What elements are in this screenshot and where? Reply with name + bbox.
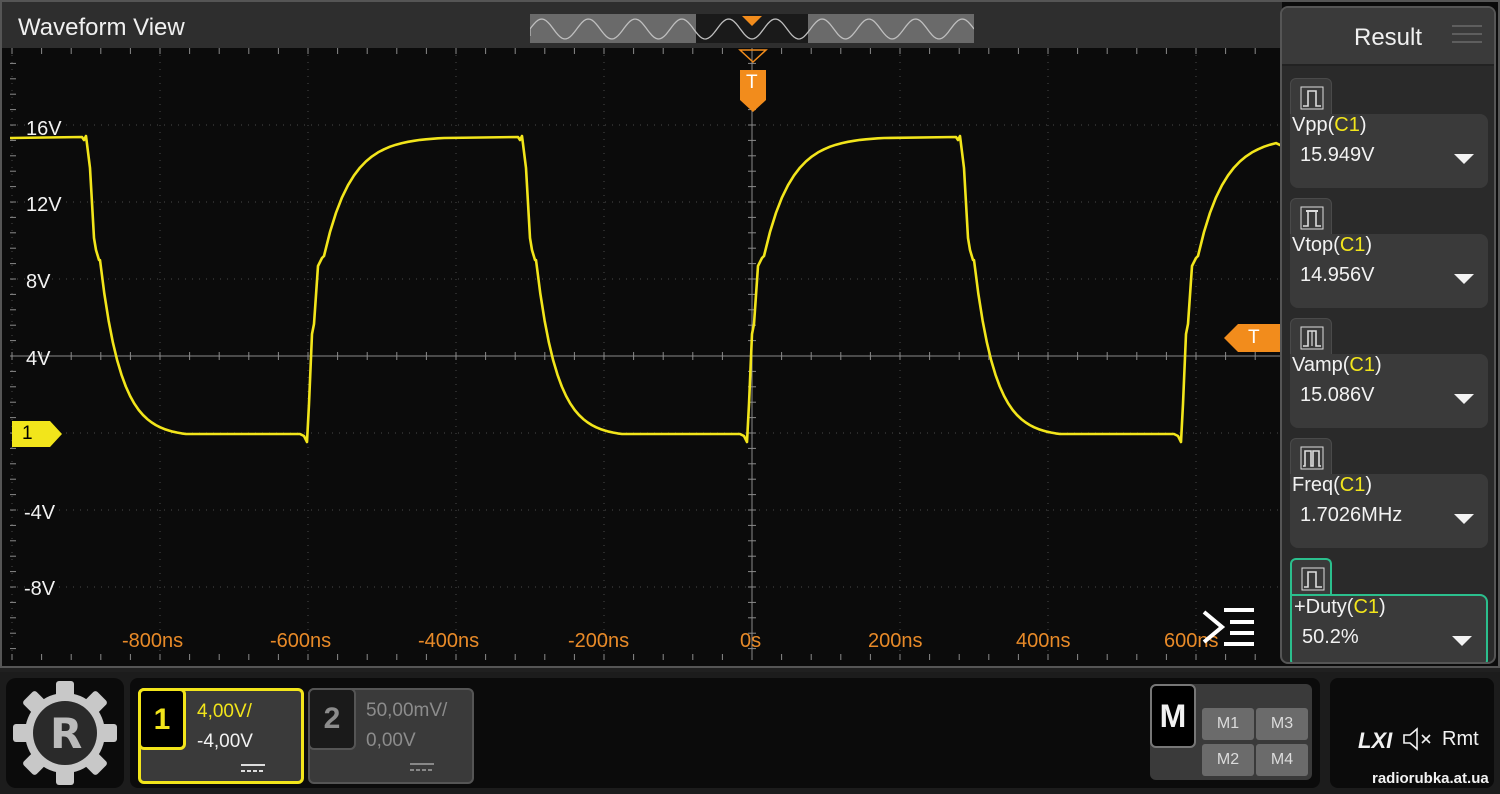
- vpp-icon: [1290, 78, 1332, 116]
- freq-icon: [1290, 438, 1332, 476]
- measurement-value: 14.956V: [1300, 264, 1375, 286]
- measurement-vpp[interactable]: Vpp(C1) 15.949V: [1290, 78, 1488, 196]
- channel-1-marker-label: 1: [22, 423, 33, 444]
- chevron-down-icon[interactable]: [1454, 154, 1474, 164]
- time-label: -200ns: [568, 630, 630, 652]
- gear-logo-icon: R: [13, 681, 117, 785]
- y-label-16v: 16V: [26, 118, 62, 140]
- vtop-icon: [1290, 198, 1332, 236]
- math-panel[interactable]: M M1 M3 M2 M4: [1150, 684, 1312, 780]
- channel-2-scale: 50,00mV/: [366, 700, 448, 721]
- y-label-4v: 4V: [26, 348, 51, 370]
- waveform-header: Waveform View: [2, 2, 1282, 48]
- time-label: -600ns: [270, 630, 332, 652]
- lxi-status: LXI: [1358, 728, 1393, 753]
- result-title: Result: [1354, 24, 1423, 51]
- chevron-down-icon[interactable]: [1454, 514, 1474, 524]
- result-header: Result: [1282, 8, 1494, 66]
- channel-2-offset: 0,00V: [366, 730, 416, 751]
- svg-text:R: R: [50, 709, 82, 758]
- measurement-menu-icon[interactable]: [1200, 604, 1258, 650]
- time-label: -400ns: [418, 630, 480, 652]
- y-label-12v: 12V: [26, 194, 62, 216]
- trigger-position-label: T: [746, 72, 758, 93]
- waveform-view[interactable]: Waveform View 16V 12V 8V 4V -4V -8V -800…: [0, 0, 1500, 668]
- overview-trace: [530, 14, 974, 43]
- bottom-bar: R 1 4,00V/ -4,00V 2 50,00mV/ 0,00V M M1 …: [0, 672, 1500, 794]
- channel-2-tile[interactable]: 2 50,00mV/ 0,00V: [308, 688, 474, 784]
- y-label-8v: 8V: [26, 271, 51, 293]
- result-panel: Result Vpp(C1) 15.949V Vtop(C1) 14.956V: [1280, 6, 1496, 664]
- watermark: radiorubka.at.ua: [1372, 770, 1489, 787]
- time-label: 200ns: [868, 630, 923, 652]
- math-m4-button[interactable]: M4: [1256, 744, 1308, 776]
- channel-2-number: 2: [308, 688, 356, 750]
- channel-area: 1 4,00V/ -4,00V 2 50,00mV/ 0,00V M M1 M3…: [130, 678, 1320, 788]
- remote-status: Rmt: [1442, 728, 1479, 750]
- math-label: M: [1150, 684, 1196, 748]
- measurement-name: Vtop(C1): [1292, 234, 1373, 256]
- mute-icon[interactable]: [1402, 726, 1434, 752]
- channel-1-offset-marker[interactable]: 1: [12, 421, 62, 447]
- oscilloscope-screen: { "waveform": { "title": "Waveform View"…: [0, 0, 1500, 794]
- main-menu-button[interactable]: R: [6, 678, 124, 788]
- measurement-vtop[interactable]: Vtop(C1) 14.956V: [1290, 198, 1488, 316]
- measurement-value: 1.7026MHz: [1300, 504, 1403, 526]
- math-m1-button[interactable]: M1: [1202, 708, 1254, 740]
- trigger-level-marker[interactable]: T: [1224, 324, 1280, 352]
- channel-1-number: 1: [138, 688, 186, 750]
- channel-1-scale: 4,00V/: [197, 701, 252, 722]
- channel-1-trace: [10, 134, 1282, 444]
- chevron-down-icon[interactable]: [1454, 274, 1474, 284]
- result-menu-icon[interactable]: [1452, 22, 1482, 46]
- measurement-name: Vamp(C1): [1292, 354, 1382, 376]
- channel-1-offset: -4,00V: [197, 731, 253, 752]
- measurement-name: Vpp(C1): [1292, 114, 1367, 136]
- measurement-vamp[interactable]: Vamp(C1) 15.086V: [1290, 318, 1488, 436]
- chevron-down-icon[interactable]: [1454, 394, 1474, 404]
- time-label: 0s: [740, 630, 762, 652]
- y-label-minus-8v: -8V: [24, 578, 56, 600]
- waveform-overview-bar[interactable]: [530, 14, 974, 43]
- measurement-duty[interactable]: +Duty(C1) 50.2%: [1290, 558, 1488, 662]
- measurement-name: +Duty(C1): [1294, 596, 1386, 618]
- time-label: 400ns: [1016, 630, 1071, 652]
- measurement-name: Freq(C1): [1292, 474, 1373, 496]
- measurement-value: 50.2%: [1302, 626, 1359, 648]
- trigger-position-marker[interactable]: T: [738, 48, 768, 114]
- math-m2-button[interactable]: M2: [1202, 744, 1254, 776]
- duty-icon: [1290, 558, 1332, 596]
- chevron-down-icon[interactable]: [1452, 636, 1472, 646]
- math-m3-button[interactable]: M3: [1256, 708, 1308, 740]
- dc-coupling-icon: [241, 764, 265, 772]
- waveform-title: Waveform View: [18, 14, 185, 41]
- measurement-freq[interactable]: Freq(C1) 1.7026MHz: [1290, 438, 1488, 556]
- trigger-level-label: T: [1248, 327, 1260, 348]
- dc-coupling-icon: [410, 763, 434, 771]
- time-label: -800ns: [122, 630, 184, 652]
- channel-1-tile[interactable]: 1 4,00V/ -4,00V: [138, 688, 304, 784]
- waveform-grid: [10, 48, 1282, 660]
- y-label-minus-4v: -4V: [24, 502, 56, 524]
- measurement-value: 15.949V: [1300, 144, 1375, 166]
- vamp-icon: [1290, 318, 1332, 356]
- measurement-value: 15.086V: [1300, 384, 1375, 406]
